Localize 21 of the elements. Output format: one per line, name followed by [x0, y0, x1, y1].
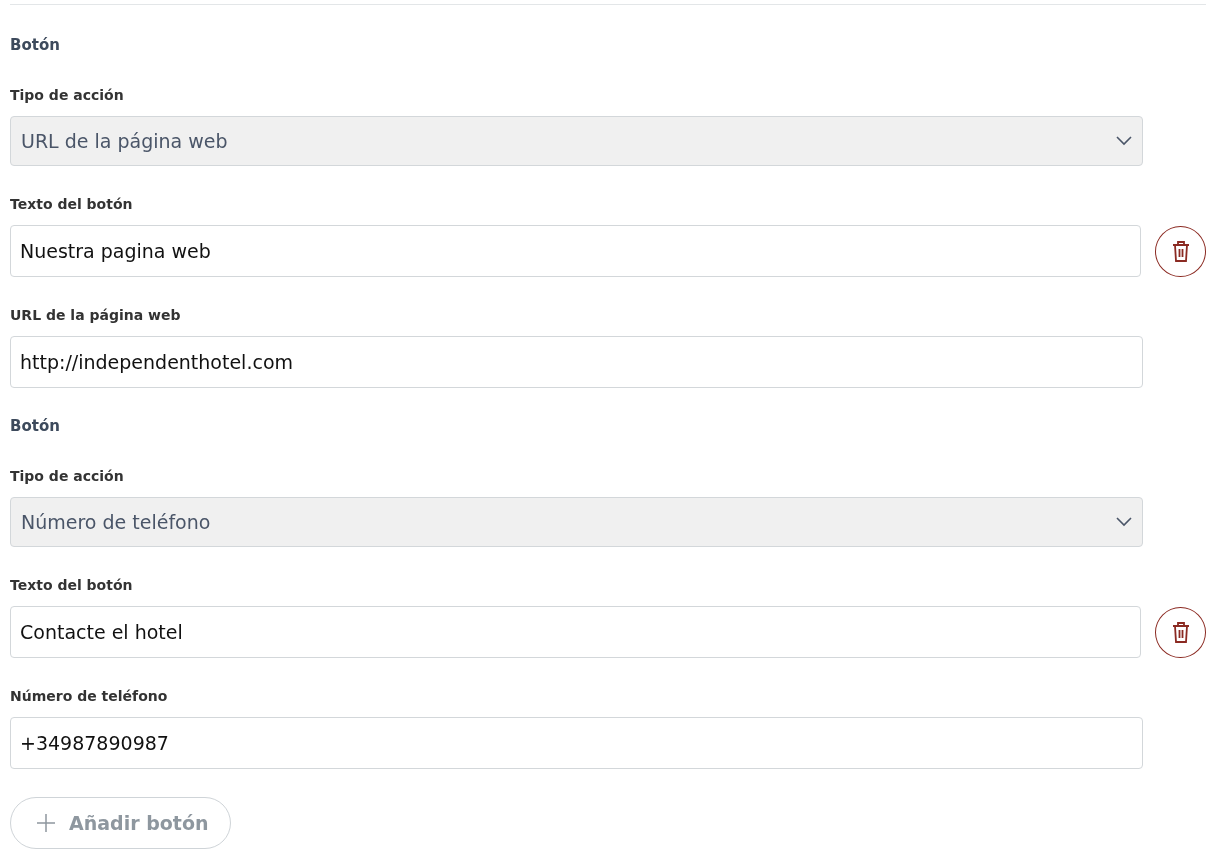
action-type-dropdown[interactable]: URL de la página web: [10, 116, 1143, 166]
chevron-down-icon: [1116, 517, 1132, 527]
field-label: Número de teléfono: [10, 687, 169, 706]
field-label: Tipo de acción: [10, 86, 125, 105]
field-label: Texto del botón: [10, 576, 134, 595]
section-heading: Botón: [10, 416, 61, 436]
input-field[interactable]: Nuestra pagina web: [10, 225, 1142, 277]
trash-icon: [1171, 621, 1190, 643]
plus-icon: [37, 814, 55, 832]
section-heading: Botón: [10, 35, 61, 55]
action-type-dropdown[interactable]: Número de teléfono: [10, 497, 1143, 547]
field-label: URL de la página web: [10, 306, 182, 325]
delete-button[interactable]: [1155, 225, 1206, 277]
input-field[interactable]: Contacte el hotel: [10, 606, 1142, 658]
input-field[interactable]: +34987890987: [10, 717, 1143, 769]
chevron-down-icon: [1116, 136, 1132, 146]
field-label: Texto del botón: [10, 195, 134, 214]
field-label: Tipo de acción: [10, 467, 125, 486]
trash-icon: [1171, 240, 1190, 262]
delete-button[interactable]: [1155, 606, 1206, 658]
input-field[interactable]: http://independenthotel.com: [10, 336, 1143, 388]
